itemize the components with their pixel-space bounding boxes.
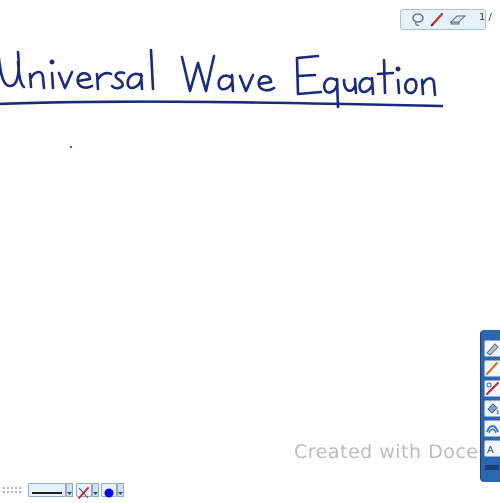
handwritten-title [0, 48, 444, 148]
side-tool-palette: A [480, 330, 500, 482]
pen-icon[interactable] [484, 360, 500, 377]
pen-dropdown[interactable] [92, 483, 99, 497]
pen-icon [78, 487, 89, 499]
page-indicator: 1 / [479, 12, 492, 23]
whiteboard-canvas[interactable] [0, 0, 500, 500]
shape-icon[interactable] [484, 420, 500, 437]
top-toolbar [400, 9, 486, 30]
text-icon[interactable]: A [484, 440, 500, 457]
color-dropdown[interactable] [117, 483, 124, 497]
line-style-dropdown[interactable] [66, 483, 73, 497]
pen-icon[interactable] [429, 12, 445, 27]
line-style-selector[interactable] [28, 483, 66, 497]
bottom-toolbar [0, 481, 500, 500]
watermark-text: Created with Doce [294, 441, 479, 463]
pen-tool-button[interactable] [76, 483, 92, 499]
line-icon[interactable] [484, 380, 500, 397]
highlighter-icon[interactable] [484, 340, 500, 357]
svg-text:A: A [487, 445, 494, 456]
line-style-icon [32, 492, 62, 494]
lasso-icon[interactable] [410, 12, 426, 27]
grip-dots-icon[interactable] [2, 485, 24, 495]
color-swatch-icon [104, 488, 114, 498]
color-swatch-button[interactable] [101, 483, 117, 498]
fill-icon[interactable] [484, 400, 500, 417]
eraser-icon[interactable] [449, 12, 467, 27]
palette-grip[interactable] [485, 465, 499, 470]
